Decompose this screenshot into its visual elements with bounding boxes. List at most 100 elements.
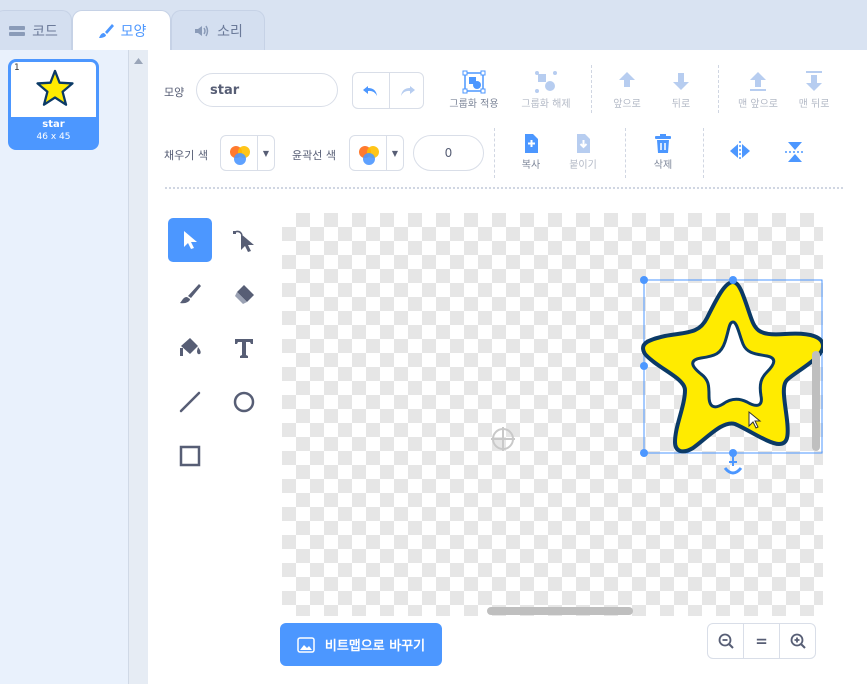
- paste-button[interactable]: 붙이기: [560, 132, 606, 171]
- paste-label: 붙이기: [569, 160, 597, 171]
- zoom-reset-button[interactable]: =: [744, 624, 780, 658]
- toolbar-divider: [494, 128, 495, 178]
- undo-redo-group: [352, 72, 424, 109]
- redo-button[interactable]: [389, 73, 424, 108]
- eraser-icon: [235, 285, 254, 304]
- ungroup-button[interactable]: 그룹화 해제: [514, 69, 578, 110]
- forward-label: 앞으로: [613, 99, 641, 110]
- zoom-controls: =: [707, 623, 816, 659]
- brush-tool[interactable]: [168, 272, 212, 316]
- trash-icon: [655, 134, 671, 153]
- backward-icon: [673, 73, 689, 90]
- zoom-in-button[interactable]: [780, 624, 815, 658]
- tab-costumes[interactable]: 모양: [72, 10, 171, 51]
- outline-color-label: 윤곽선 색: [292, 149, 336, 162]
- image-icon: [297, 636, 315, 653]
- toolbar-divider-horizontal: [165, 187, 843, 189]
- ungroup-icon: [535, 71, 557, 93]
- brush-icon: [97, 22, 115, 40]
- paint-canvas[interactable]: [282, 213, 823, 616]
- costume-item[interactable]: 1 star 46 x 45: [8, 59, 99, 150]
- star-shape[interactable]: [637, 272, 823, 492]
- speaker-icon: [193, 24, 211, 38]
- reshape-tool[interactable]: [222, 218, 266, 262]
- costume-list-scrollbar[interactable]: [128, 50, 148, 684]
- circle-icon: [233, 391, 255, 413]
- tab-code[interactable]: 코드: [0, 10, 72, 50]
- copy-button[interactable]: 복사: [512, 132, 550, 171]
- forward-icon: [619, 72, 635, 87]
- line-tool[interactable]: [168, 380, 212, 424]
- fill-tool[interactable]: [168, 326, 212, 370]
- group-label: 그룹화 적용: [449, 99, 499, 110]
- ungroup-label: 그룹화 해제: [521, 99, 571, 110]
- front-icon: [750, 72, 766, 91]
- backward-label: 뒤로: [671, 99, 691, 110]
- undo-button[interactable]: [353, 73, 390, 108]
- crosshair-icon: [491, 427, 515, 451]
- line-icon: [179, 391, 201, 413]
- canvas-horizontal-scrollbar[interactable]: [487, 607, 633, 615]
- fill-color-picker[interactable]: ▼: [220, 135, 275, 171]
- flip-horizontal-icon: [730, 141, 750, 161]
- text-tool[interactable]: [222, 326, 266, 370]
- color-wheel-icon: [230, 146, 250, 165]
- zoom-out-button[interactable]: [708, 624, 744, 658]
- forward-button[interactable]: 앞으로: [606, 69, 648, 110]
- toolbar-divider: [591, 65, 592, 113]
- costume-size: 46 x 45: [36, 132, 71, 142]
- flip-horizontal-button[interactable]: [727, 140, 753, 162]
- back-label: 맨 뒤로: [798, 99, 830, 110]
- zoom-out-icon: [718, 633, 734, 649]
- back-icon: [806, 71, 822, 91]
- select-tool[interactable]: [168, 218, 212, 262]
- flip-vertical-button[interactable]: [782, 140, 808, 164]
- paint-bucket-icon: [180, 338, 201, 356]
- costume-thumbnail: [11, 62, 96, 117]
- canvas-vertical-scrollbar[interactable]: [812, 351, 820, 451]
- zoom-in-icon: [790, 633, 806, 649]
- costume-number: 1: [14, 63, 20, 73]
- code-blocks-icon: [8, 24, 26, 38]
- fill-color-label: 채우기 색: [164, 149, 208, 162]
- paste-icon: [577, 134, 590, 153]
- outline-width-input[interactable]: 0: [413, 135, 484, 171]
- toolbar-divider: [718, 65, 719, 113]
- toolbar-divider: [703, 128, 704, 178]
- costume-name: star: [42, 119, 65, 130]
- tab-sounds[interactable]: 소리: [171, 10, 265, 50]
- costume-name-input[interactable]: star: [196, 73, 338, 107]
- undo-icon: [363, 85, 377, 96]
- color-wheel-icon: [359, 146, 379, 165]
- group-icon: [462, 70, 486, 94]
- group-button[interactable]: 그룹화 적용: [443, 69, 505, 110]
- tab-costumes-label: 모양: [120, 24, 147, 40]
- toolbar-divider: [625, 128, 626, 178]
- rotate-handle-icon[interactable]: [723, 467, 743, 475]
- tab-code-label: 코드: [32, 23, 58, 40]
- arrow-cursor-icon: [184, 231, 197, 249]
- reshape-icon: [233, 230, 254, 252]
- convert-to-bitmap-label: 비트맵으로 바꾸기: [324, 639, 426, 654]
- eraser-tool[interactable]: [222, 272, 266, 316]
- scroll-up-arrow-icon[interactable]: [134, 58, 143, 64]
- rectangle-tool[interactable]: [168, 434, 212, 478]
- delete-label: 삭제: [653, 160, 673, 171]
- star-thumbnail-icon: [36, 69, 74, 106]
- outline-color-picker[interactable]: ▼: [349, 135, 404, 171]
- rectangle-icon: [179, 445, 201, 467]
- circle-tool[interactable]: [222, 380, 266, 424]
- flip-vertical-icon: [785, 142, 805, 162]
- text-icon: [235, 339, 253, 358]
- zoom-reset-label: =: [755, 632, 768, 650]
- costume-name-label: 모양: [164, 86, 185, 99]
- delete-button[interactable]: 삭제: [644, 132, 682, 171]
- chevron-down-icon: ▼: [386, 136, 403, 170]
- front-button[interactable]: 맨 앞으로: [730, 69, 786, 110]
- tab-sounds-label: 소리: [217, 23, 243, 40]
- convert-to-bitmap-button[interactable]: 비트맵으로 바꾸기: [280, 623, 442, 666]
- back-button[interactable]: 맨 뒤로: [792, 69, 836, 110]
- front-label: 맨 앞으로: [738, 99, 778, 110]
- copy-label: 복사: [521, 160, 541, 171]
- backward-button[interactable]: 뒤로: [660, 69, 702, 110]
